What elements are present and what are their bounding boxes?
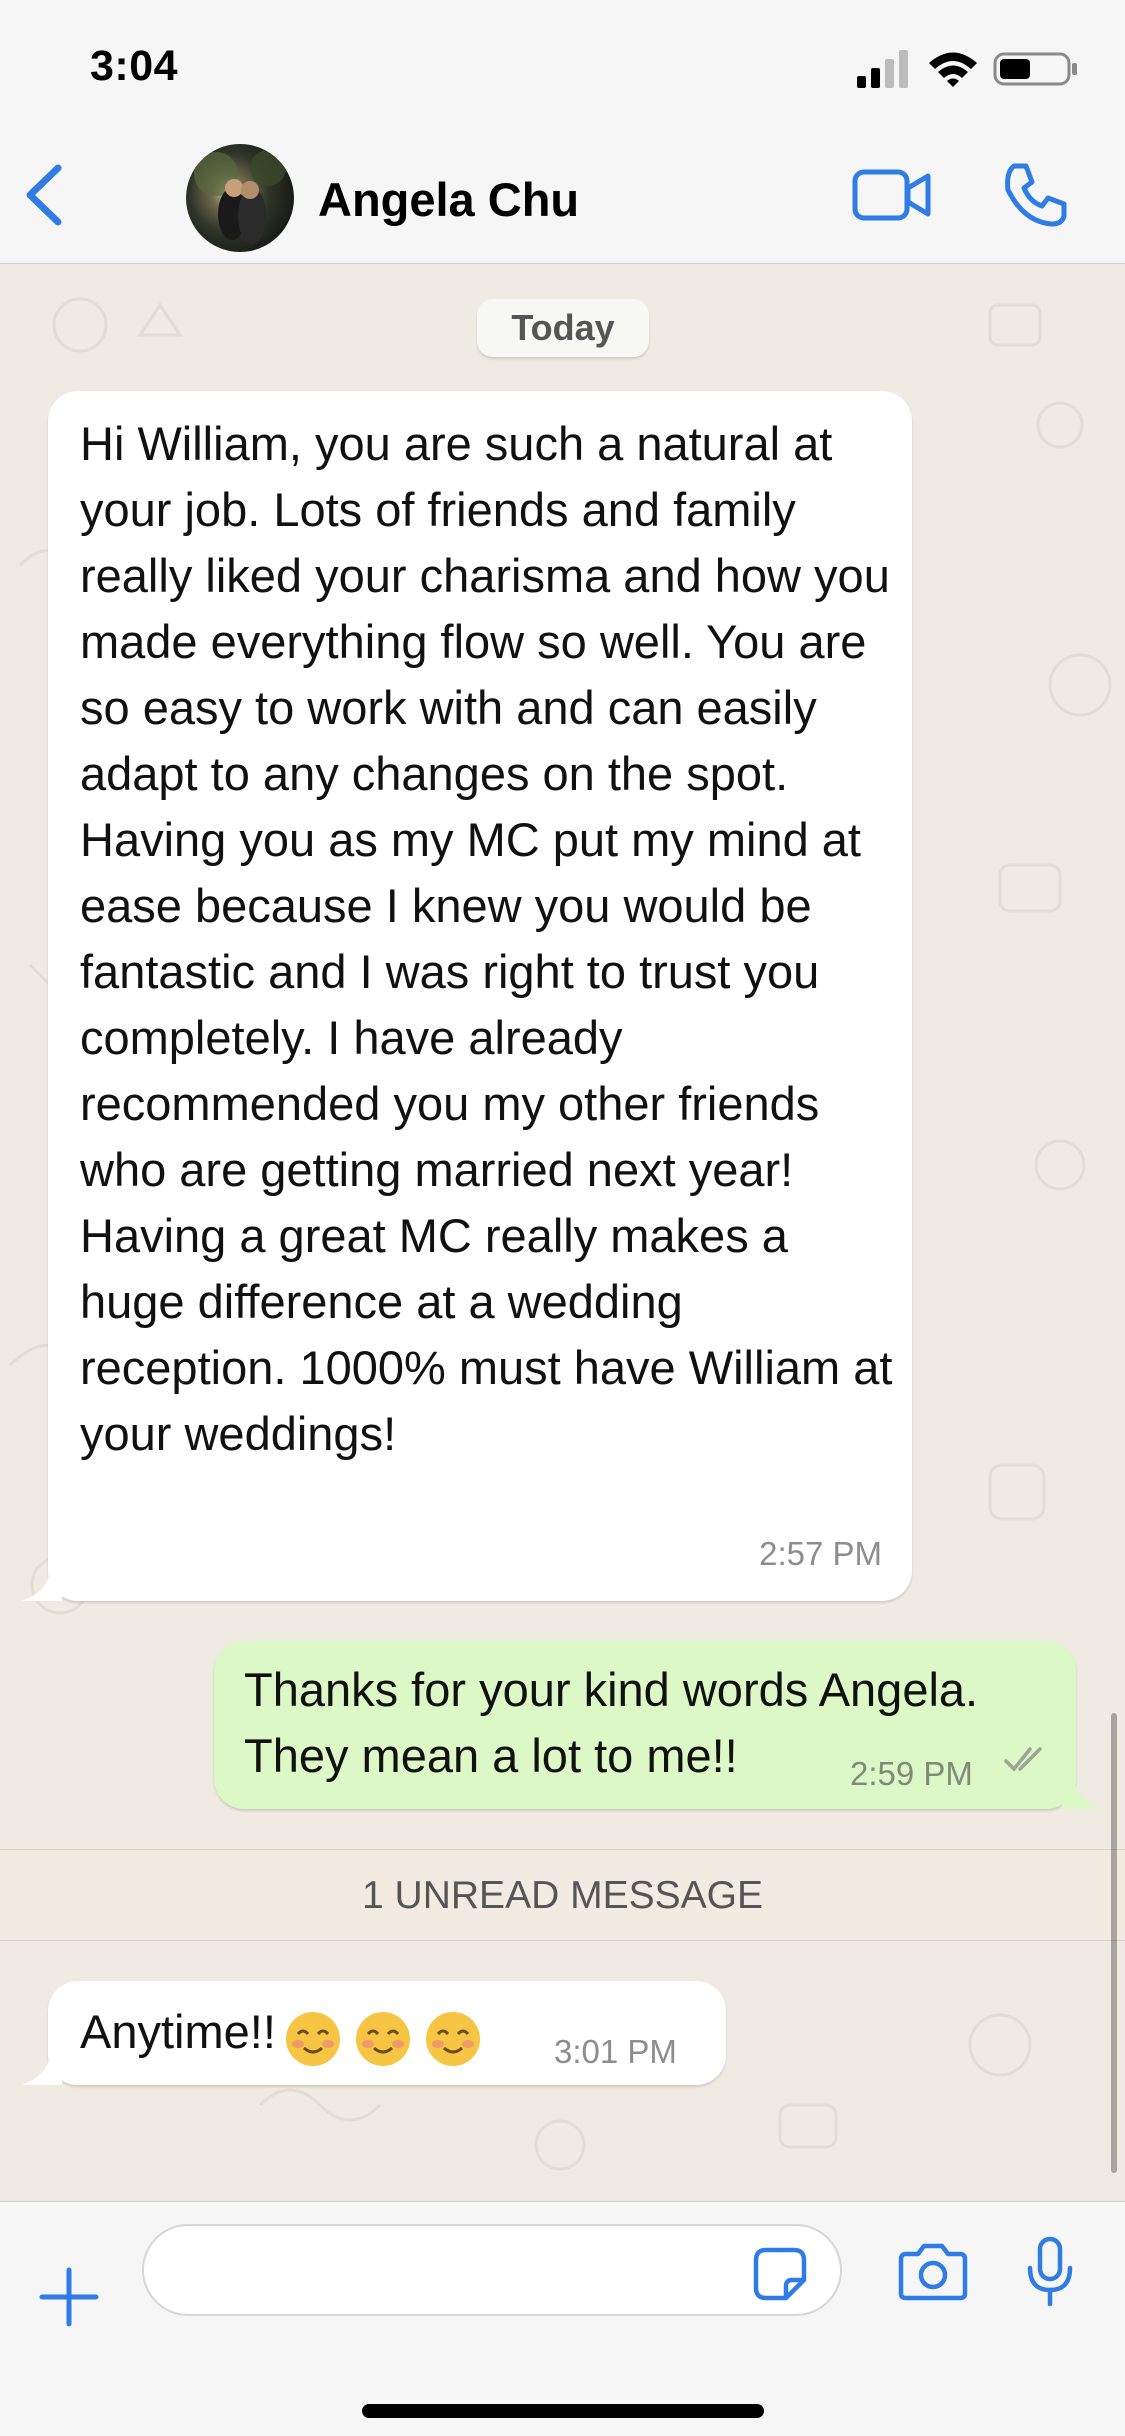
avatar-photo <box>194 150 286 244</box>
message-text: Hi William, you are such a natural at yo… <box>80 417 893 1460</box>
double-check-icon <box>1004 1747 1042 1772</box>
phone-icon[interactable] <box>1000 160 1070 230</box>
message-timestamp: 3:01 PM <box>554 2033 677 2070</box>
date-separator: Today <box>477 299 649 357</box>
bubble-tail <box>1062 1779 1102 1809</box>
message-timestamp: 2:59 PM <box>850 1755 973 1792</box>
battery-icon <box>993 52 1077 86</box>
chat-scrollbar[interactable] <box>1111 1713 1117 2173</box>
cellular-signal-icon <box>857 50 908 88</box>
status-bar-time: 3:04 <box>90 42 179 90</box>
contact-name[interactable]: Angela Chu <box>318 172 579 227</box>
sticker-icon[interactable] <box>752 2246 808 2302</box>
smiling-face-icon <box>285 2012 340 2067</box>
status-icons <box>855 48 1081 88</box>
camera-icon[interactable] <box>898 2240 968 2302</box>
unread-messages-divider: 1 UNREAD MESSAGE <box>0 1849 1125 1941</box>
incoming-message-bubble[interactable]: Anytime!! 3:01 PM <box>22 1981 726 2085</box>
wifi-icon <box>929 52 977 87</box>
bubble-tail <box>22 2055 62 2085</box>
plus-icon[interactable] <box>38 2266 100 2328</box>
microphone-icon[interactable] <box>1024 2236 1076 2308</box>
incoming-message-bubble[interactable]: Hi William, you are such a natural at yo… <box>22 391 912 1601</box>
bubble-tail <box>22 1571 62 1601</box>
chat-area[interactable]: Today Hi William, you are such a natural… <box>0 265 1125 2201</box>
smiling-face-icon <box>425 2012 480 2067</box>
avatar[interactable] <box>186 144 294 252</box>
home-indicator[interactable] <box>362 2404 764 2418</box>
message-input[interactable] <box>142 2224 842 2316</box>
emoji-row <box>284 2003 494 2069</box>
back-chevron-icon[interactable] <box>20 160 68 230</box>
outgoing-message-bubble[interactable]: Thanks for your kind words Angela. They … <box>214 1641 1102 1809</box>
message-text: Anytime!! <box>80 2005 276 2058</box>
video-camera-icon[interactable] <box>852 164 932 226</box>
message-timestamp: 2:57 PM <box>759 1535 882 1572</box>
message-composer <box>0 2201 1125 2436</box>
message-text-row: Anytime!! <box>80 1999 540 2069</box>
smiling-face-icon <box>355 2012 410 2067</box>
top-bar: 3:04 Angela Chu <box>0 0 1125 264</box>
